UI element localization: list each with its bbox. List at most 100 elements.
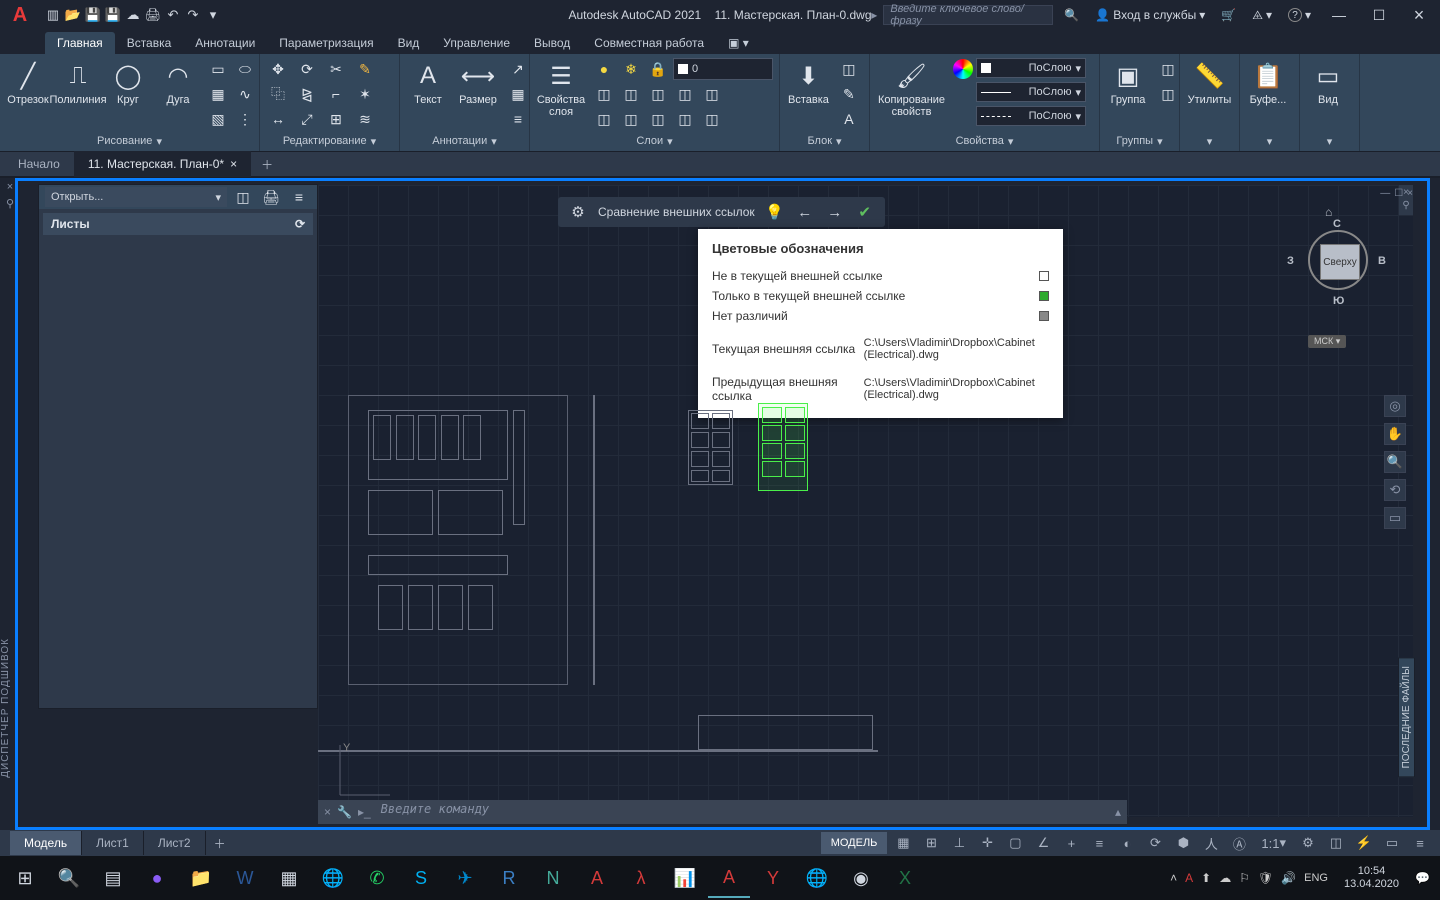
app-icon[interactable]: λ [620,858,662,898]
telegram-icon[interactable]: ✈ [444,858,486,898]
qat-redo-icon[interactable]: ↷ [184,6,202,24]
edit-block-icon[interactable]: ✎ [837,83,861,105]
panel-anno-title[interactable]: Аннотации▾ [406,131,523,151]
panel-utils-title[interactable]: ▾ [1186,131,1233,151]
app-logo[interactable]: A [0,0,40,30]
share-button[interactable]: ⨹▾ [1247,4,1277,26]
search-button[interactable]: 🔍 [48,858,90,898]
polyline-button[interactable]: ⎍Полилиния [56,58,100,108]
tab-model[interactable]: Модель [10,831,82,855]
add-layout-button[interactable]: ＋ [206,831,234,855]
tray-icon[interactable]: 🛡 [1258,871,1273,885]
layer-tool-icon[interactable]: ◫ [592,108,616,130]
circle-button[interactable]: ◯Круг [106,58,150,108]
3d-icon[interactable]: ⬢ [1171,832,1195,854]
steering-icon[interactable]: ◎ [1384,395,1406,417]
signin-button[interactable]: 👤Вход в службы▾ [1090,4,1210,26]
region-icon[interactable]: ▧ [206,108,230,130]
qat-dropdown-icon[interactable]: ▾ [204,6,222,24]
prev-button[interactable]: ← [795,202,815,222]
new-tab-button[interactable]: ＋ [251,151,283,177]
color-wheel-icon[interactable] [953,59,973,79]
tab-manage[interactable]: Управление [431,32,522,54]
menu-icon[interactable]: ≡ [1408,832,1432,854]
tab-view[interactable]: Вид [386,32,432,54]
rotate-icon[interactable]: ⟳ [295,58,319,80]
panel-clip-title[interactable]: ▾ [1246,131,1293,151]
view-button[interactable]: ▭Вид [1306,58,1350,108]
wrench-icon[interactable]: 🔧 [337,805,352,819]
offset-icon[interactable]: ≋ [353,108,377,130]
revit-icon[interactable]: R [488,858,530,898]
layer-tool-icon[interactable]: ◫ [646,83,670,105]
viewcube-top-face[interactable]: Сверху [1320,244,1360,280]
open-dropdown[interactable]: Открыть...▾ [45,187,227,207]
chevron-up-icon[interactable]: ▴ [1115,805,1121,819]
app-icon[interactable]: ◉ [840,858,882,898]
tray-icon[interactable]: ⚐ [1239,871,1250,885]
tab-extra[interactable]: ▣ ▾ [716,32,761,54]
panel-view-title[interactable]: ▾ [1306,131,1353,151]
group-button[interactable]: ▣Группа [1106,58,1150,108]
scale-icon[interactable]: ⤢ [295,108,319,130]
otrack-icon[interactable]: ∠ [1031,832,1055,854]
orbit-icon[interactable]: ⟲ [1384,479,1406,501]
create-block-icon[interactable]: ◫ [837,58,861,80]
bulb-icon[interactable]: ● [592,58,616,80]
layer-tool-icon[interactable]: ◫ [619,108,643,130]
color-selector[interactable]: ПоСлою▾ [976,58,1086,78]
cycling-icon[interactable]: ⟳ [1143,832,1167,854]
line-button[interactable]: ╱Отрезок [6,58,50,108]
paste-button[interactable]: 📋Буфе... [1246,58,1290,108]
qat-undo-icon[interactable]: ↶ [164,6,182,24]
leader-icon[interactable]: ↗ [506,58,530,80]
point-icon[interactable]: ⋮ [233,108,257,130]
close-icon[interactable]: × [1407,188,1413,202]
gear-icon[interactable]: ⚙ [568,202,588,222]
utils-button[interactable]: 📏Утилиты [1186,58,1233,108]
anno-icon[interactable]: Ⓐ [1227,832,1251,854]
help-button[interactable]: ?▾ [1283,4,1316,26]
close-icon[interactable]: × [324,805,331,819]
chrome-icon[interactable]: 🌐 [312,858,354,898]
panel-props-title[interactable]: Свойства▾ [876,131,1093,151]
chrome-running-icon[interactable]: 🌐 [796,858,838,898]
notifications-icon[interactable]: 💬 [1415,871,1430,885]
home-icon[interactable]: ⌂ [1325,205,1332,219]
hatch-icon[interactable]: ▦ [206,83,230,105]
close-icon[interactable]: × [7,181,13,193]
vc-south[interactable]: Ю [1333,295,1344,307]
grid-icon[interactable]: ▦ [891,832,915,854]
table-icon[interactable]: ▦ [506,83,530,105]
scale-button[interactable]: 1:1 ▾ [1255,832,1292,854]
gear-icon[interactable]: ⚙ [1296,832,1320,854]
polar-icon[interactable]: ✛ [975,832,999,854]
explorer-icon[interactable]: 📁 [180,858,222,898]
palette-tool-icon[interactable]: ◫ [231,186,255,208]
refresh-icon[interactable]: ⟳ [295,217,305,231]
palette-tool-icon[interactable]: ≡ [287,186,311,208]
arc-button[interactable]: ◠Дуга [156,58,200,108]
skype-icon[interactable]: S [400,858,442,898]
ellipse-icon[interactable]: ⬭ [233,58,257,80]
tab-start[interactable]: Начало [4,151,74,177]
search-input[interactable]: Введите ключевое слово/фразу [883,5,1053,25]
layer-tool-icon[interactable]: ◫ [619,83,643,105]
groupedit-icon[interactable]: ◫ [1156,83,1180,105]
spline-icon[interactable]: ∿ [233,83,257,105]
tray-chevron-icon[interactable]: ˄ [1170,871,1177,885]
matchprops-button[interactable]: 🖌Копирование свойств [876,58,947,120]
qat-web-icon[interactable]: ☁ [124,6,142,24]
app-icon[interactable]: 📊 [664,858,706,898]
dim-button[interactable]: ⟷Размер [456,58,500,108]
erase-icon[interactable]: ✎ [353,58,377,80]
move-icon[interactable]: ✥ [266,58,290,80]
close-button[interactable]: × [1402,0,1436,30]
pan-icon[interactable]: ✋ [1384,423,1406,445]
app-icon[interactable]: ● [136,858,178,898]
mirror-icon[interactable]: ⧎ [295,83,319,105]
palette-tool-icon[interactable]: 🖨 [259,186,283,208]
panel-groups-title[interactable]: Группы▾ [1106,131,1173,151]
maximize-button[interactable]: ☐ [1362,0,1396,30]
whatsapp-icon[interactable]: ✆ [356,858,398,898]
